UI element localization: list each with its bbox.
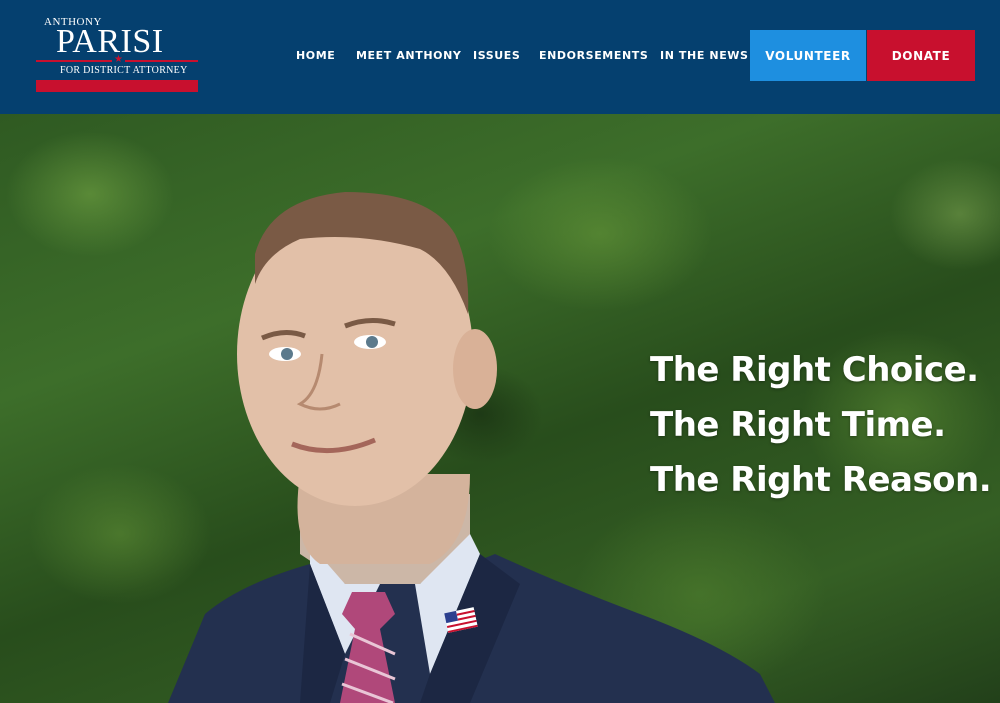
volunteer-button[interactable]: VOLUNTEER	[750, 30, 866, 81]
site-header: ANTHONY PARISI ★ FOR DISTRICT ATTORNEY H…	[0, 0, 1000, 114]
page: ANTHONY PARISI ★ FOR DISTRICT ATTORNEY H…	[0, 0, 1000, 703]
donate-button[interactable]: DONATE	[867, 30, 975, 81]
nav-home[interactable]: HOME	[296, 49, 335, 62]
tagline-line-2: The Right Time.	[650, 405, 946, 445]
nav-in-the-news[interactable]: IN THE NEWS	[660, 49, 749, 62]
nav-issues[interactable]: ISSUES	[473, 49, 520, 62]
hero-section: The Right Choice. The Right Time. The Ri…	[0, 114, 1000, 703]
logo-subtitle: FOR DISTRICT ATTORNEY	[60, 65, 188, 76]
tagline-line-3: The Right Reason.	[650, 460, 992, 500]
logo-red-bar	[36, 80, 198, 92]
tagline-line-1: The Right Choice.	[650, 350, 979, 390]
hero-tagline: The Right Choice. The Right Time. The Ri…	[650, 343, 995, 508]
nav-meet-anthony[interactable]: MEET ANTHONY	[356, 49, 461, 62]
nav-endorsements[interactable]: ENDORSEMENTS	[539, 49, 648, 62]
